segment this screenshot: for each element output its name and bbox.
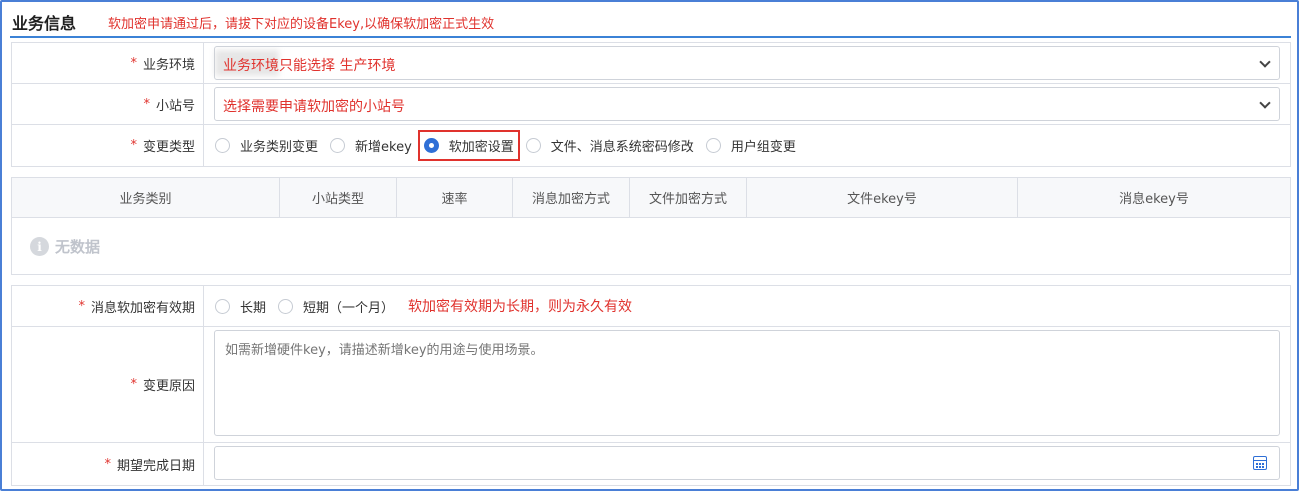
required-mark: *	[143, 96, 150, 112]
chevron-down-icon	[1259, 97, 1271, 109]
required-mark: *	[130, 377, 137, 392]
validity-label: * 消息软加密有效期	[12, 286, 204, 326]
column-header: 消息加密方式	[513, 178, 630, 217]
change-type-radio-group: 业务类别变更 新增ekey 软加密设置 文件、消息系统密码修改 用户组变更	[215, 125, 808, 166]
change-type-row: * 变更类型 业务类别变更 新增ekey 软加密设置 文件、消息系统密码修改 用户…	[12, 125, 1290, 166]
radio-circle[interactable]	[330, 138, 346, 153]
column-header: 文件ekey号	[747, 178, 1018, 217]
required-mark: *	[130, 55, 137, 71]
table-header: 业务类别 小站类型 速率 消息加密方式 文件加密方式 文件ekey号 消息eke…	[12, 178, 1290, 218]
reason-textarea[interactable]	[214, 330, 1280, 436]
section-note: 软加密申请通过后，请拔下对应的设备Ekey,以确保软加密正式生效	[108, 17, 495, 32]
required-mark: *	[130, 138, 137, 153]
env-select-value: 业务环境只能选择 生产环境	[223, 58, 396, 74]
radio-short-term[interactable]: 短期（一个月）	[278, 297, 394, 316]
chevron-down-icon	[1259, 56, 1271, 68]
radio-add-ekey[interactable]: 新增ekey	[330, 136, 412, 155]
validity-hint: 软加密有效期为长期，则为永久有效	[408, 299, 633, 315]
station-select-value: 选择需要申请软加密的小站号	[223, 99, 405, 115]
change-type-label: * 变更类型	[12, 125, 204, 166]
env-row: * 业务环境 业务环境只能选择 生产环境	[12, 43, 1290, 84]
calendar-icon[interactable]	[1253, 456, 1267, 470]
business-info-panel: 业务信息 软加密申请通过后，请拔下对应的设备Ekey,以确保软加密正式生效 * 业…	[0, 0, 1299, 491]
section-header: 业务信息 软加密申请通过后，请拔下对应的设备Ekey,以确保软加密正式生效	[10, 8, 1291, 38]
radio-long-term[interactable]: 长期	[215, 297, 266, 316]
column-header: 速率	[397, 178, 513, 217]
basic-form: * 业务环境 业务环境只能选择 生产环境 * 小站号 选择需要申请软加密的小站号 *…	[11, 42, 1291, 167]
station-row: * 小站号 选择需要申请软加密的小站号	[12, 84, 1290, 125]
column-header: 小站类型	[280, 178, 397, 217]
detail-form: * 消息软加密有效期 长期 短期（一个月） 软加密有效期为长期，则为永久有效 * 变…	[11, 285, 1291, 486]
column-header: 消息ekey号	[1119, 192, 1189, 207]
date-picker-input[interactable]	[214, 446, 1280, 480]
column-header: 文件加密方式	[630, 178, 747, 217]
radio-circle[interactable]	[278, 298, 294, 314]
empty-state: i 无数据	[30, 236, 100, 257]
radio-user-group-change[interactable]: 用户组变更	[705, 136, 796, 155]
radio-password-change[interactable]: 文件、消息系统密码修改	[525, 136, 694, 155]
env-select[interactable]: 业务环境只能选择 生产环境	[214, 46, 1280, 80]
validity-radio-group: 长期 短期（一个月） 软加密有效期为长期，则为永久有效	[215, 286, 632, 326]
radio-business-category-change[interactable]: 业务类别变更	[215, 136, 318, 155]
required-mark: *	[104, 456, 111, 472]
env-label: * 业务环境	[12, 43, 204, 83]
validity-row: * 消息软加密有效期 长期 短期（一个月） 软加密有效期为长期，则为永久有效	[12, 286, 1290, 327]
radio-circle[interactable]	[705, 138, 721, 153]
info-icon: i	[30, 237, 49, 256]
date-label: * 期望完成日期	[12, 443, 204, 485]
radio-circle[interactable]	[215, 138, 230, 153]
radio-circle[interactable]	[215, 298, 230, 314]
radio-circle-checked[interactable]	[423, 138, 439, 153]
reason-row: * 变更原因	[12, 327, 1290, 443]
section-title: 业务信息	[12, 14, 77, 33]
station-select[interactable]: 选择需要申请软加密的小站号	[214, 87, 1280, 121]
radio-soft-encryption-setting[interactable]: 软加密设置	[417, 130, 520, 161]
reason-label: * 变更原因	[12, 327, 204, 442]
date-row: * 期望完成日期	[12, 443, 1290, 485]
column-header: 业务类别	[12, 178, 280, 217]
encryption-table: 业务类别 小站类型 速率 消息加密方式 文件加密方式 文件ekey号 消息eke…	[11, 177, 1291, 275]
radio-circle[interactable]	[525, 138, 541, 153]
station-label: * 小站号	[12, 84, 204, 124]
required-mark: *	[78, 298, 85, 314]
empty-text: 无数据	[55, 238, 101, 256]
